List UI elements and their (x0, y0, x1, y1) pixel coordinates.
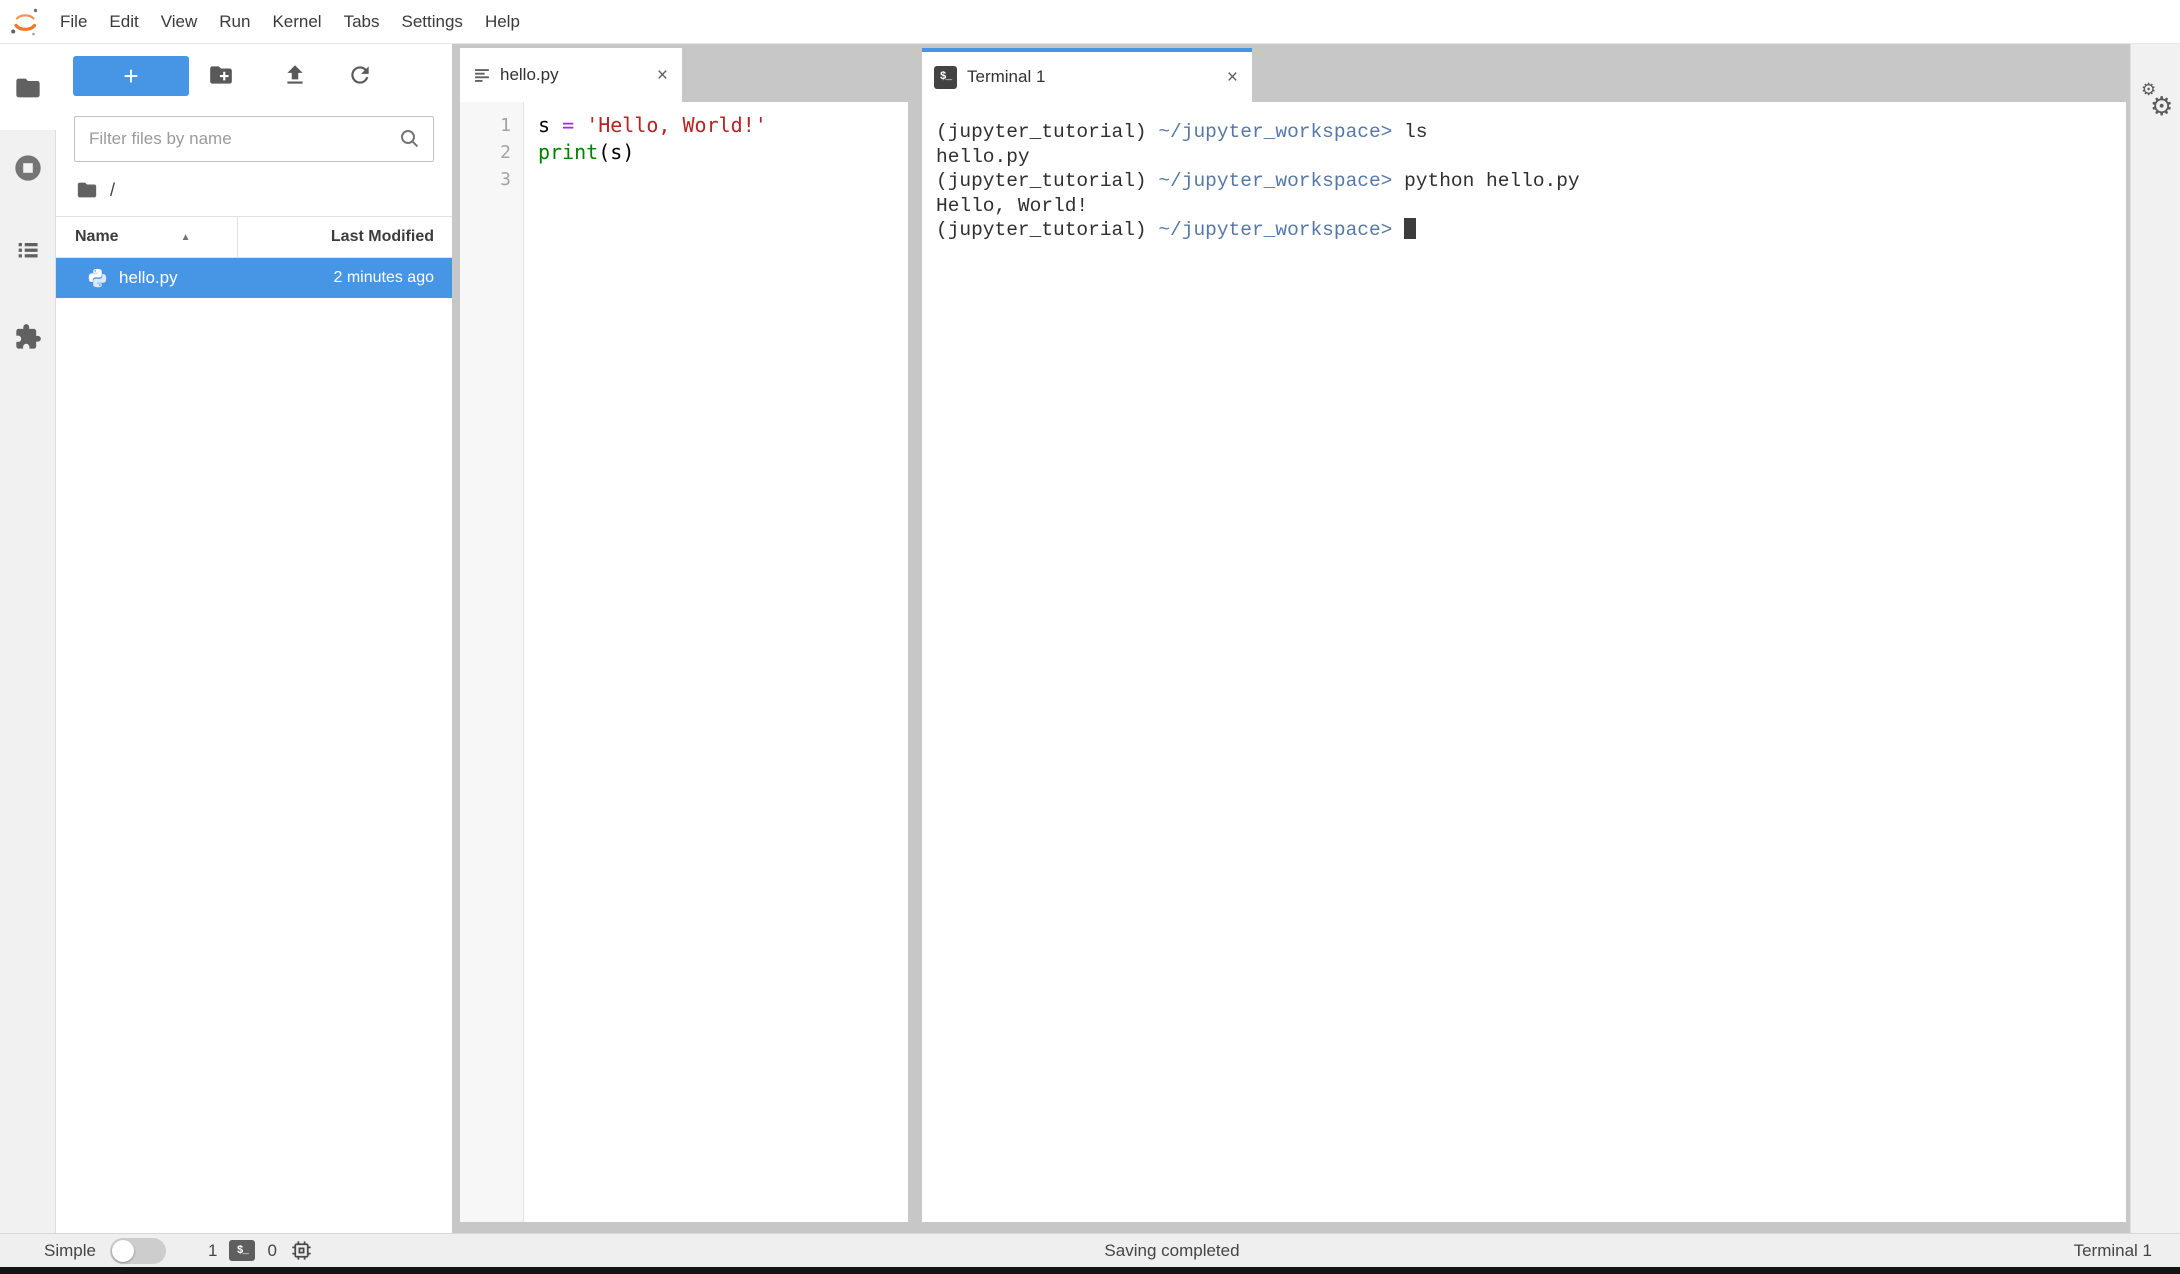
menu-kernel[interactable]: Kernel (261, 12, 332, 32)
gear-big-icon: ⚙ (2150, 91, 2173, 122)
column-name-label: Name (75, 228, 119, 246)
tab-title-terminal-1: Terminal 1 (967, 67, 1045, 87)
code-line: print(s) (524, 139, 634, 166)
file-last-modified: 2 minutes ago (333, 269, 452, 287)
kernels-count: 0 (267, 1241, 276, 1261)
terminals-count: 1 (208, 1241, 217, 1261)
code-line (524, 166, 538, 193)
right-sidebar: ⚙ ⚙ (2130, 44, 2180, 1233)
filter-files-wrap (74, 116, 434, 162)
terminal-cursor (1404, 218, 1416, 239)
text-file-icon (474, 67, 491, 84)
menu-file[interactable]: File (49, 12, 98, 32)
menu-items: File Edit View Run Kernel Tabs Settings … (49, 12, 531, 32)
code-editor[interactable]: 1 s = 'Hello, World!' 2 print(s) 3 (460, 102, 908, 1222)
refresh-icon[interactable] (347, 62, 373, 88)
tab-terminal-1[interactable]: $_ Terminal 1 × (922, 48, 1252, 102)
terminal-line: hello.py (936, 145, 2112, 170)
sort-ascending-icon: ▲ (181, 232, 191, 243)
menu-run[interactable]: Run (208, 12, 261, 32)
breadcrumb-root[interactable]: / (110, 180, 115, 201)
tab-title-hello-py: hello.py (500, 65, 559, 85)
menu-view[interactable]: View (150, 12, 209, 32)
column-header-name[interactable]: Name ▲ (56, 217, 237, 257)
extension-manager-icon[interactable] (14, 323, 42, 351)
editor-gutter (460, 102, 524, 1222)
menu-bar: File Edit View Run Kernel Tabs Settings … (0, 0, 2180, 44)
kernel-session-counts: 1 $_ 0 (208, 1238, 314, 1263)
status-context: Terminal 1 (2074, 1241, 2152, 1261)
file-row-hello-py[interactable]: hello.py 2 minutes ago (56, 258, 452, 298)
line-number: 3 (460, 166, 524, 193)
column-modified-label: Last Modified (331, 228, 434, 246)
terminal-output[interactable]: (jupyter_tutorial) ~/jupyter_workspace> … (922, 102, 2126, 1222)
menu-help[interactable]: Help (474, 12, 531, 32)
panel-splitter[interactable] (908, 102, 922, 1222)
python-file-icon (87, 268, 108, 289)
terminal-line: Hello, World! (936, 194, 2112, 219)
jupyter-logo-icon (9, 6, 41, 38)
terminal-line: (jupyter_tutorial) ~/jupyter_workspace> … (936, 169, 2112, 194)
property-inspector-gears-icon[interactable]: ⚙ ⚙ (2137, 80, 2177, 130)
terminal-line: (jupyter_tutorial) ~/jupyter_workspace> … (936, 120, 2112, 145)
menu-edit[interactable]: Edit (98, 12, 149, 32)
editor-line: 3 (460, 166, 908, 193)
tab-hello-py[interactable]: hello.py × (460, 48, 682, 102)
breadcrumb: / (76, 176, 115, 204)
file-name: hello.py (119, 268, 333, 288)
window-bottom-edge (0, 1267, 2180, 1274)
search-icon (398, 127, 422, 151)
filter-files-input[interactable] (74, 116, 434, 162)
upload-icon[interactable] (282, 62, 308, 88)
activity-bar (0, 44, 56, 1233)
table-of-contents-icon[interactable] (14, 236, 42, 264)
terminal-count-icon[interactable]: $_ (229, 1240, 255, 1261)
terminal-line: (jupyter_tutorial) ~/jupyter_workspace> (936, 218, 2112, 243)
close-tab-terminal-1-icon[interactable]: × (1227, 68, 1238, 87)
kernel-chip-icon[interactable] (289, 1238, 314, 1263)
status-left-group: Simple 1 $_ 0 (44, 1238, 314, 1264)
close-tab-hello-py-icon[interactable]: × (657, 66, 668, 85)
menu-tabs[interactable]: Tabs (333, 12, 391, 32)
new-folder-icon[interactable] (208, 62, 234, 88)
editor-line: 2 print(s) (460, 139, 908, 166)
file-browser-panel: + / Name ▲ (56, 44, 452, 1233)
file-list-header: Name ▲ Last Modified (56, 216, 452, 258)
line-number: 1 (460, 112, 524, 139)
toggle-knob (112, 1240, 134, 1262)
jupyterlab-window: File Edit View Run Kernel Tabs Settings … (0, 0, 2180, 1274)
breadcrumb-home-folder-icon[interactable] (76, 179, 98, 201)
terminal-icon: $_ (934, 66, 957, 89)
editor-line: 1 s = 'Hello, World!' (460, 112, 908, 139)
running-sessions-icon[interactable] (12, 152, 44, 184)
simple-mode-toggle[interactable] (110, 1238, 166, 1264)
column-header-last-modified[interactable]: Last Modified (237, 217, 452, 257)
dock-area: hello.py × 1 s = 'Hello, World!' 2 print… (452, 44, 2130, 1233)
line-number: 2 (460, 139, 524, 166)
status-bar: Simple 1 $_ 0 Saving completed Terminal … (0, 1233, 2180, 1267)
simple-mode-label: Simple (44, 1241, 96, 1261)
new-launcher-button[interactable]: + (73, 56, 189, 96)
editor-lines: 1 s = 'Hello, World!' 2 print(s) 3 (460, 102, 908, 193)
code-line: s = 'Hello, World!' (524, 112, 767, 139)
status-message: Saving completed (1104, 1241, 1239, 1261)
file-browser-icon[interactable] (14, 74, 42, 102)
menu-settings[interactable]: Settings (391, 12, 474, 32)
